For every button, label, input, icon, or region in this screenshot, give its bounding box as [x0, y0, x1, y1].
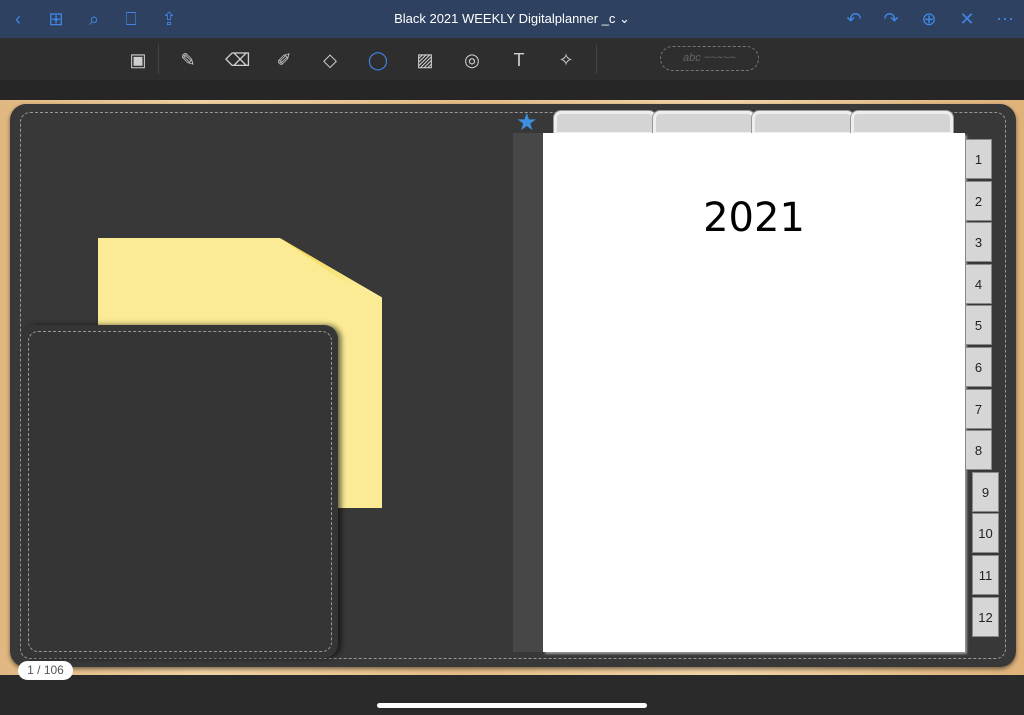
cover-pocket — [22, 325, 338, 658]
redo-icon[interactable]: ↷ — [880, 8, 902, 30]
page-spine — [513, 133, 543, 652]
month-tab-2[interactable]: 2 — [965, 180, 992, 221]
close-icon[interactable]: ✕ — [956, 8, 978, 30]
month-tab-3[interactable]: 3 — [965, 222, 992, 263]
lasso-icon[interactable]: ◯ — [366, 48, 390, 72]
month-tab-6[interactable]: 6 — [965, 347, 992, 387]
month-tab-7[interactable]: 7 — [965, 388, 992, 429]
highlighter-icon[interactable]: ✐ — [272, 48, 296, 72]
month-tab-12[interactable]: 12 — [972, 596, 999, 637]
month-tab-1[interactable]: 1 — [965, 139, 992, 179]
planner-page[interactable]: 2021 — [543, 133, 965, 652]
shapes-icon[interactable]: ◇ — [318, 48, 342, 72]
read-mode-icon[interactable]: ▣ — [126, 48, 150, 72]
more-icon[interactable]: ⋯ — [994, 8, 1016, 30]
toolbar-spacer — [0, 80, 1024, 100]
add-page-icon[interactable]: ⊕ — [918, 8, 940, 30]
month-tab-11[interactable]: 11 — [972, 555, 999, 595]
camera-icon[interactable]: ◎ — [460, 48, 484, 72]
eraser-icon[interactable]: ⌫ — [225, 48, 250, 72]
divider — [158, 44, 159, 74]
text-icon[interactable]: T — [507, 48, 531, 72]
handwriting-input[interactable]: abc ~~~~~ — [660, 46, 759, 71]
month-tab-8[interactable]: 8 — [965, 430, 992, 471]
drawing-toolbar: ▣ ✎ ⌫ ✐ ◇ ◯ ▨ ◎ T ✧ abc ~~~~~ — [0, 38, 1024, 80]
image-icon[interactable]: ▨ — [413, 48, 437, 72]
page-counter[interactable]: 1 / 106 — [18, 661, 73, 680]
month-tab-5[interactable]: 5 — [965, 305, 992, 346]
laser-pointer-icon[interactable]: ✧ — [554, 48, 578, 72]
document-title[interactable]: Black 2021 WEEKLY Digitalplanner _c ⌄ — [0, 11, 1024, 27]
top-nav-bar: ‹ ⊞ ⌕ ⎕ ⇪ Black 2021 WEEKLY Digitalplann… — [0, 0, 1024, 38]
month-tab-10[interactable]: 10 — [972, 513, 999, 554]
stitching — [28, 331, 332, 652]
year-title: 2021 — [703, 195, 805, 241]
undo-icon[interactable]: ↶ — [843, 8, 865, 30]
home-indicator[interactable] — [377, 703, 647, 708]
month-tab-9[interactable]: 9 — [972, 471, 999, 512]
divider — [596, 44, 597, 74]
pen-icon[interactable]: ✎ — [176, 48, 200, 72]
month-tab-4[interactable]: 4 — [965, 263, 992, 304]
